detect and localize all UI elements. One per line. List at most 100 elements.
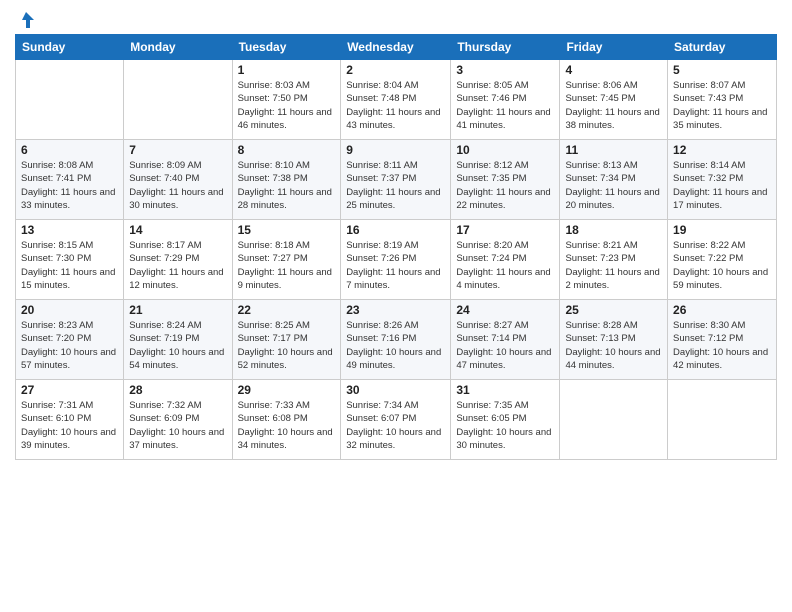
calendar-cell: 15 Sunrise: 8:18 AMSunset: 7:27 PMDayligh… <box>232 220 341 300</box>
calendar-cell: 19Sunrise: 8:22 AMSunset: 7:22 PMDayligh… <box>668 220 777 300</box>
calendar-week-row: 1 Sunrise: 8:03 AMSunset: 7:50 PMDaylight… <box>16 60 777 140</box>
logo-icon <box>16 10 36 30</box>
day-number: 1 <box>238 63 336 77</box>
weekday-header: Thursday <box>451 35 560 60</box>
day-number: 16 <box>346 223 445 237</box>
calendar: SundayMondayTuesdayWednesdayThursdayFrid… <box>15 34 777 460</box>
day-number: 17 <box>456 223 554 237</box>
calendar-cell: 2 Sunrise: 8:04 AMSunset: 7:48 PMDaylight… <box>341 60 451 140</box>
calendar-cell: 22Sunrise: 8:25 AMSunset: 7:17 PMDayligh… <box>232 300 341 380</box>
calendar-body: 1 Sunrise: 8:03 AMSunset: 7:50 PMDaylight… <box>16 60 777 460</box>
weekday-header: Tuesday <box>232 35 341 60</box>
weekday-header: Wednesday <box>341 35 451 60</box>
day-info: Sunrise: 8:18 AMSunset: 7:27 PMDaylight:… <box>238 239 336 292</box>
calendar-week-row: 13Sunrise: 8:15 AMSunset: 7:30 PMDayligh… <box>16 220 777 300</box>
day-info: Sunrise: 8:07 AMSunset: 7:43 PMDaylight:… <box>673 79 771 132</box>
day-number: 10 <box>456 143 554 157</box>
day-info: Sunrise: 8:28 AMSunset: 7:13 PMDaylight:… <box>565 319 662 372</box>
calendar-cell: 21 Sunrise: 8:24 AMSunset: 7:19 PMDayligh… <box>124 300 232 380</box>
day-number: 14 <box>129 223 226 237</box>
header <box>15 10 777 28</box>
day-info: Sunrise: 8:26 AMSunset: 7:16 PMDaylight:… <box>346 319 445 372</box>
calendar-cell: 29 Sunrise: 7:33 AMSunset: 6:08 PMDayligh… <box>232 380 341 460</box>
calendar-cell: 30 Sunrise: 7:34 AMSunset: 6:07 PMDayligh… <box>341 380 451 460</box>
day-info: Sunrise: 7:31 AMSunset: 6:10 PMDaylight:… <box>21 399 118 452</box>
weekday-header: Monday <box>124 35 232 60</box>
day-number: 4 <box>565 63 662 77</box>
weekday-header: Friday <box>560 35 668 60</box>
day-info: Sunrise: 8:12 AMSunset: 7:35 PMDaylight:… <box>456 159 554 212</box>
calendar-cell: 5 Sunrise: 8:07 AMSunset: 7:43 PMDaylight… <box>668 60 777 140</box>
calendar-cell: 14 Sunrise: 8:17 AMSunset: 7:29 PMDayligh… <box>124 220 232 300</box>
day-info: Sunrise: 7:34 AMSunset: 6:07 PMDaylight:… <box>346 399 445 452</box>
weekday-header: Saturday <box>668 35 777 60</box>
calendar-cell: 25 Sunrise: 8:28 AMSunset: 7:13 PMDayligh… <box>560 300 668 380</box>
day-info: Sunrise: 8:04 AMSunset: 7:48 PMDaylight:… <box>346 79 445 132</box>
calendar-cell: 16Sunrise: 8:19 AMSunset: 7:26 PMDayligh… <box>341 220 451 300</box>
day-info: Sunrise: 8:03 AMSunset: 7:50 PMDaylight:… <box>238 79 336 132</box>
day-number: 25 <box>565 303 662 317</box>
day-number: 21 <box>129 303 226 317</box>
calendar-cell: 18 Sunrise: 8:21 AMSunset: 7:23 PMDayligh… <box>560 220 668 300</box>
calendar-cell: 10 Sunrise: 8:12 AMSunset: 7:35 PMDayligh… <box>451 140 560 220</box>
day-info: Sunrise: 8:14 AMSunset: 7:32 PMDaylight:… <box>673 159 771 212</box>
calendar-week-row: 6 Sunrise: 8:08 AMSunset: 7:41 PMDaylight… <box>16 140 777 220</box>
calendar-cell: 17Sunrise: 8:20 AMSunset: 7:24 PMDayligh… <box>451 220 560 300</box>
calendar-cell: 20Sunrise: 8:23 AMSunset: 7:20 PMDayligh… <box>16 300 124 380</box>
day-info: Sunrise: 7:35 AMSunset: 6:05 PMDaylight:… <box>456 399 554 452</box>
day-info: Sunrise: 8:22 AMSunset: 7:22 PMDaylight:… <box>673 239 771 292</box>
day-info: Sunrise: 8:13 AMSunset: 7:34 PMDaylight:… <box>565 159 662 212</box>
day-number: 22 <box>238 303 336 317</box>
day-number: 5 <box>673 63 771 77</box>
calendar-cell: 28 Sunrise: 7:32 AMSunset: 6:09 PMDayligh… <box>124 380 232 460</box>
day-info: Sunrise: 7:32 AMSunset: 6:09 PMDaylight:… <box>129 399 226 452</box>
calendar-cell: 24Sunrise: 8:27 AMSunset: 7:14 PMDayligh… <box>451 300 560 380</box>
day-info: Sunrise: 8:10 AMSunset: 7:38 PMDaylight:… <box>238 159 336 212</box>
calendar-cell: 7Sunrise: 8:09 AMSunset: 7:40 PMDaylight… <box>124 140 232 220</box>
calendar-cell: 9 Sunrise: 8:11 AMSunset: 7:37 PMDaylight… <box>341 140 451 220</box>
calendar-cell <box>124 60 232 140</box>
day-number: 6 <box>21 143 118 157</box>
calendar-cell: 4 Sunrise: 8:06 AMSunset: 7:45 PMDaylight… <box>560 60 668 140</box>
calendar-cell: 27 Sunrise: 7:31 AMSunset: 6:10 PMDayligh… <box>16 380 124 460</box>
calendar-cell: 8 Sunrise: 8:10 AMSunset: 7:38 PMDaylight… <box>232 140 341 220</box>
calendar-cell: 31 Sunrise: 7:35 AMSunset: 6:05 PMDayligh… <box>451 380 560 460</box>
day-number: 30 <box>346 383 445 397</box>
calendar-cell: 6 Sunrise: 8:08 AMSunset: 7:41 PMDaylight… <box>16 140 124 220</box>
day-number: 26 <box>673 303 771 317</box>
calendar-cell: 1 Sunrise: 8:03 AMSunset: 7:50 PMDaylight… <box>232 60 341 140</box>
day-info: Sunrise: 8:17 AMSunset: 7:29 PMDaylight:… <box>129 239 226 292</box>
day-info: Sunrise: 8:27 AMSunset: 7:14 PMDaylight:… <box>456 319 554 372</box>
day-number: 27 <box>21 383 118 397</box>
calendar-week-row: 20Sunrise: 8:23 AMSunset: 7:20 PMDayligh… <box>16 300 777 380</box>
day-number: 3 <box>456 63 554 77</box>
day-number: 11 <box>565 143 662 157</box>
calendar-cell <box>16 60 124 140</box>
day-info: Sunrise: 8:24 AMSunset: 7:19 PMDaylight:… <box>129 319 226 372</box>
calendar-week-row: 27 Sunrise: 7:31 AMSunset: 6:10 PMDayligh… <box>16 380 777 460</box>
day-number: 20 <box>21 303 118 317</box>
calendar-cell: 12 Sunrise: 8:14 AMSunset: 7:32 PMDayligh… <box>668 140 777 220</box>
day-number: 29 <box>238 383 336 397</box>
calendar-cell <box>668 380 777 460</box>
day-number: 28 <box>129 383 226 397</box>
day-info: Sunrise: 8:11 AMSunset: 7:37 PMDaylight:… <box>346 159 445 212</box>
day-info: Sunrise: 8:21 AMSunset: 7:23 PMDaylight:… <box>565 239 662 292</box>
day-number: 12 <box>673 143 771 157</box>
day-number: 2 <box>346 63 445 77</box>
day-info: Sunrise: 7:33 AMSunset: 6:08 PMDaylight:… <box>238 399 336 452</box>
day-number: 9 <box>346 143 445 157</box>
calendar-header-row: SundayMondayTuesdayWednesdayThursdayFrid… <box>16 35 777 60</box>
day-number: 23 <box>346 303 445 317</box>
calendar-cell: 3Sunrise: 8:05 AMSunset: 7:46 PMDaylight… <box>451 60 560 140</box>
day-info: Sunrise: 8:08 AMSunset: 7:41 PMDaylight:… <box>21 159 118 212</box>
day-info: Sunrise: 8:06 AMSunset: 7:45 PMDaylight:… <box>565 79 662 132</box>
day-number: 8 <box>238 143 336 157</box>
logo <box>15 10 36 28</box>
day-number: 7 <box>129 143 226 157</box>
day-number: 18 <box>565 223 662 237</box>
day-number: 31 <box>456 383 554 397</box>
day-number: 15 <box>238 223 336 237</box>
weekday-header: Sunday <box>16 35 124 60</box>
calendar-cell: 23 Sunrise: 8:26 AMSunset: 7:16 PMDayligh… <box>341 300 451 380</box>
